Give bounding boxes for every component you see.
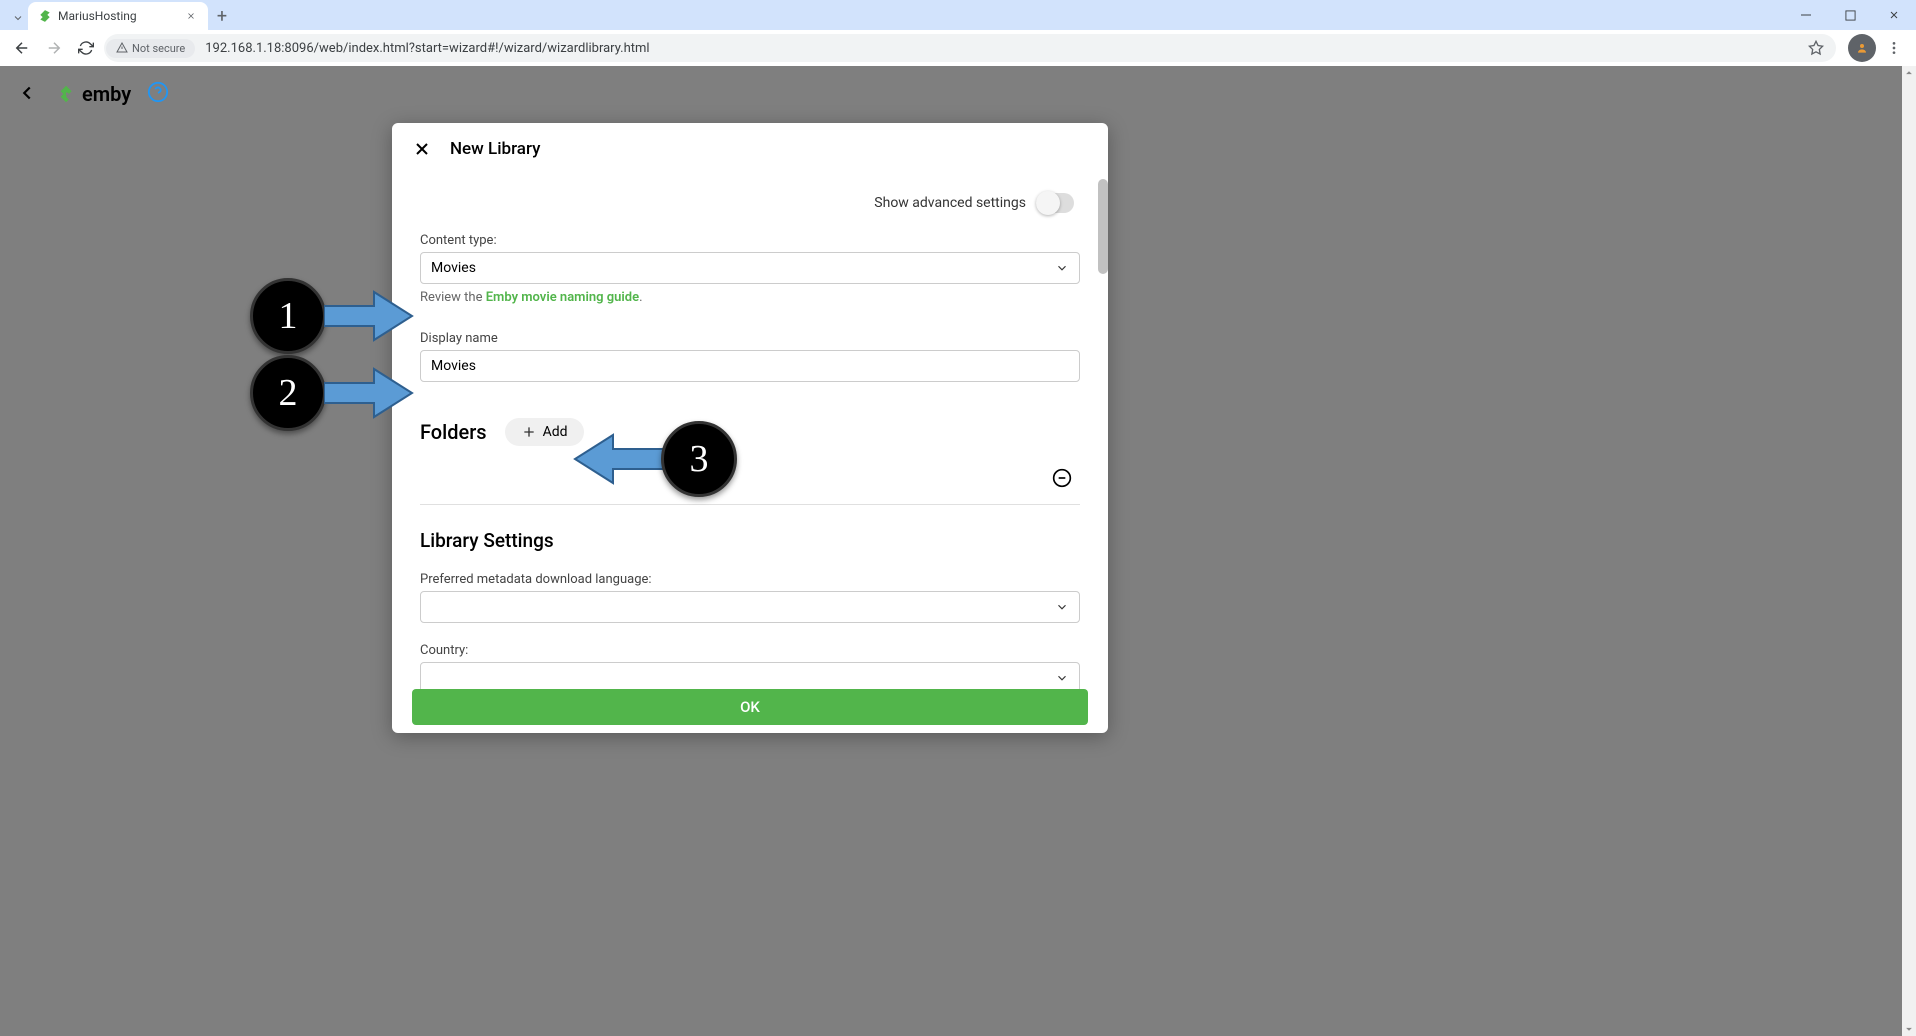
help-button[interactable] <box>147 81 169 107</box>
naming-guide-link[interactable]: Emby movie naming guide <box>486 290 639 305</box>
security-badge[interactable]: Not secure <box>106 39 195 58</box>
emby-logo-icon <box>56 83 78 105</box>
remove-icon <box>1052 468 1072 488</box>
emby-logo[interactable]: emby <box>56 82 131 106</box>
url-bar[interactable]: Not secure 192.168.1.18:8096/web/index.h… <box>104 34 1836 62</box>
dialog-scrollbar[interactable] <box>1098 179 1108 274</box>
tab-close-button[interactable] <box>184 9 198 23</box>
folder-row <box>420 454 1080 505</box>
tab-search-dropdown[interactable] <box>8 6 28 30</box>
country-select[interactable] <box>420 662 1080 689</box>
close-icon <box>412 139 432 159</box>
bookmark-button[interactable] <box>1804 36 1828 60</box>
window-maximize-button[interactable] <box>1828 0 1872 30</box>
chevron-down-icon <box>1055 600 1069 614</box>
window-minimize-button[interactable] <box>1784 0 1828 30</box>
content-type-value: Movies <box>431 260 476 276</box>
library-settings-heading: Library Settings <box>420 529 1080 552</box>
app-header: emby <box>0 66 1902 122</box>
browser-tab[interactable]: MariusHosting <box>28 2 208 30</box>
remove-folder-button[interactable] <box>1052 468 1074 490</box>
content-type-label: Content type: <box>420 233 1080 248</box>
add-folder-button[interactable]: Add <box>505 418 584 446</box>
profile-button[interactable] <box>1848 34 1876 62</box>
new-library-dialog: New Library Show advanced settings Conte… <box>392 123 1108 733</box>
metadata-lang-label: Preferred metadata download language: <box>420 572 1080 587</box>
new-tab-button[interactable]: + <box>208 2 236 30</box>
warning-icon <box>116 42 128 54</box>
nav-reload-button[interactable] <box>72 34 100 62</box>
ok-button[interactable]: OK <box>412 689 1088 725</box>
nav-back-button[interactable] <box>8 34 36 62</box>
help-icon <box>147 81 169 103</box>
plus-icon <box>521 424 537 440</box>
content-type-select[interactable]: Movies <box>420 252 1080 284</box>
country-label: Country: <box>420 643 1080 658</box>
nav-forward-button[interactable] <box>40 34 68 62</box>
dialog-title: New Library <box>450 139 540 159</box>
app-back-button[interactable] <box>16 82 40 106</box>
address-bar: Not secure 192.168.1.18:8096/web/index.h… <box>0 30 1916 66</box>
url-text: 192.168.1.18:8096/web/index.html?start=w… <box>205 41 1804 56</box>
page-scrollbar[interactable] <box>1902 66 1916 1036</box>
advanced-settings-label: Show advanced settings <box>874 195 1026 211</box>
emby-favicon-icon <box>38 9 52 23</box>
window-close-button[interactable] <box>1872 0 1916 30</box>
app-viewport: emby New Library Show advanced settings <box>0 66 1916 1036</box>
dialog-close-button[interactable] <box>410 137 434 161</box>
chevron-down-icon <box>1055 261 1069 275</box>
folders-heading: Folders <box>420 420 487 444</box>
advanced-settings-toggle[interactable] <box>1036 193 1074 213</box>
emby-brand: emby <box>82 82 131 106</box>
browser-tab-bar: MariusHosting + <box>0 0 1916 30</box>
naming-guide-helper: Review the Emby movie naming guide. <box>420 290 1080 305</box>
tab-title: MariusHosting <box>58 9 137 23</box>
display-name-label: Display name <box>420 331 1080 346</box>
chevron-down-icon <box>1055 671 1069 685</box>
security-label: Not secure <box>132 42 185 55</box>
metadata-lang-select[interactable] <box>420 591 1080 623</box>
display-name-input[interactable] <box>420 350 1080 382</box>
browser-menu-button[interactable] <box>1880 34 1908 62</box>
add-label: Add <box>543 424 568 440</box>
